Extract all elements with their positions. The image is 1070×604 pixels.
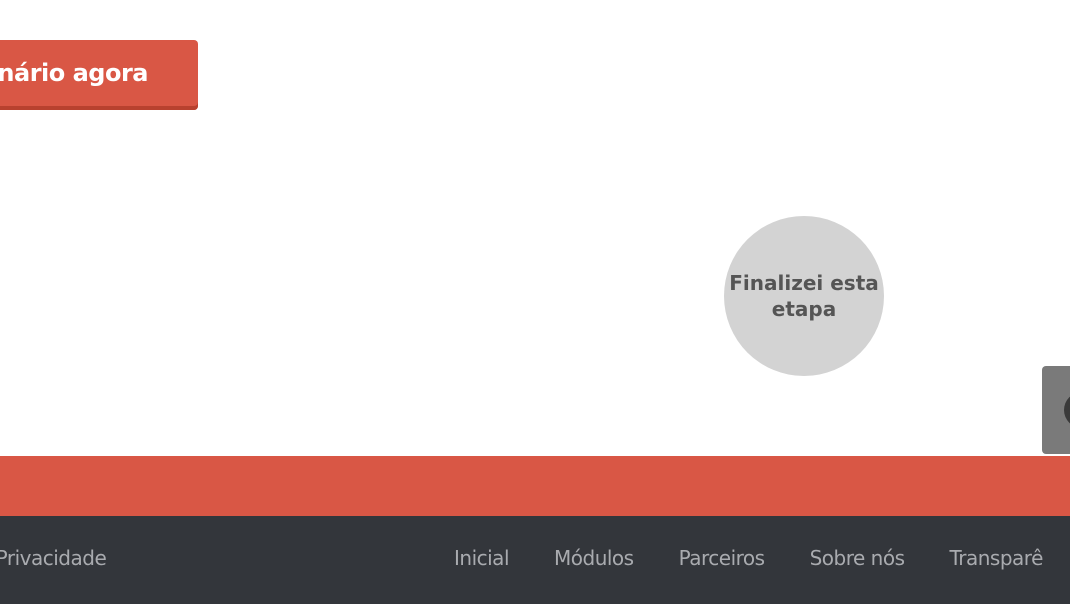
footer-nav-modulos[interactable]: Módulos [554, 546, 634, 570]
cta-button[interactable]: nário agora [0, 40, 198, 110]
privacy-link[interactable]: e Privacidade [0, 546, 107, 570]
footer: e Privacidade Inicial Módulos Parceiros … [0, 516, 1070, 604]
circle-icon [1064, 392, 1070, 428]
finish-step-label: Finalizei esta etapa [729, 271, 879, 321]
page: nário agora Finalizei esta etapa e Priva… [0, 0, 1070, 604]
finish-step-button[interactable]: Finalizei esta etapa [724, 216, 884, 376]
footer-nav-inicial[interactable]: Inicial [454, 546, 510, 570]
footer-nav-transparencia[interactable]: Transparê [949, 546, 1043, 570]
cta-button-label: nário agora [0, 59, 148, 87]
side-tab[interactable] [1042, 366, 1070, 454]
footer-nav-sobre-nos[interactable]: Sobre nós [810, 546, 905, 570]
footer-nav-parceiros[interactable]: Parceiros [679, 546, 766, 570]
accent-band [0, 456, 1070, 516]
footer-nav: Inicial Módulos Parceiros Sobre nós Tran… [454, 546, 1070, 570]
